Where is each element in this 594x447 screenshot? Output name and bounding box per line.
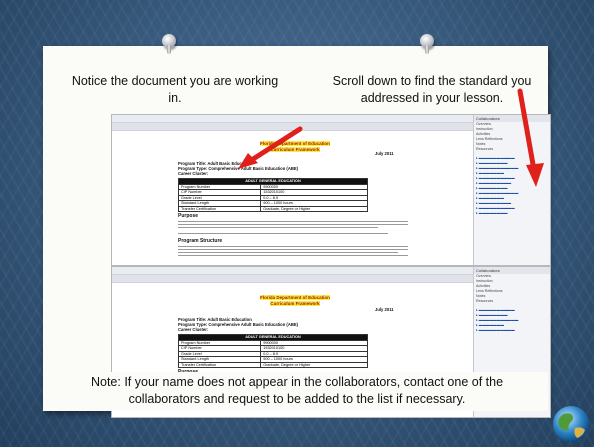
program-table: ADULT GENERAL EDUCATION Program Number 99… xyxy=(177,334,368,368)
note-bottom: Note: If your name does not appear in th… xyxy=(90,375,504,406)
globe-icon xyxy=(553,406,589,442)
pushpin-icon-right xyxy=(419,34,435,56)
document-screenshot-top: Florida Department of Education Curricul… xyxy=(111,114,551,266)
arrow-to-sidebar xyxy=(517,88,544,187)
pushpin-icon-left xyxy=(161,34,177,56)
program-table: ADULT GENERAL EDUCATION Program Number 99… xyxy=(177,178,368,212)
note-top-left: Notice the document you are working in. xyxy=(71,74,279,105)
arrow-to-document xyxy=(238,126,303,169)
